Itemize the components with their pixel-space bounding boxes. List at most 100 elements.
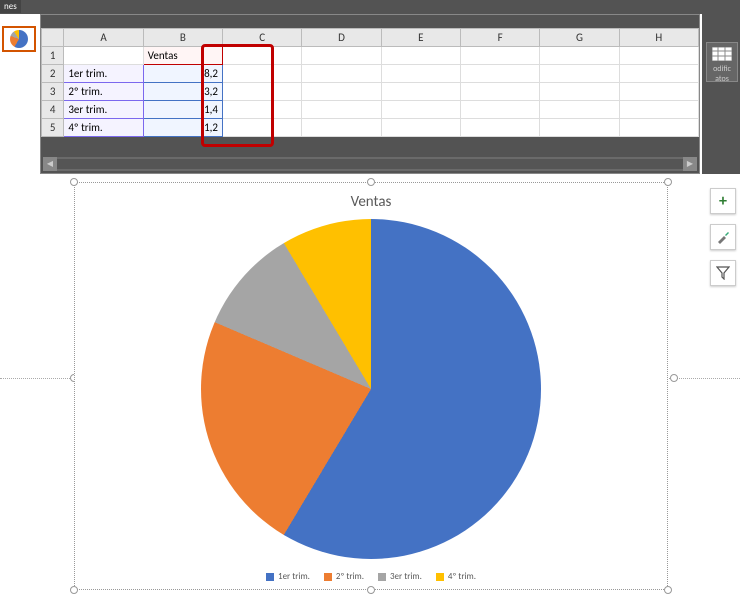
resize-handle[interactable]	[664, 178, 672, 186]
data-table[interactable]: A B C D E F G H 1 Ventas 2 1er trim. 8,2	[41, 28, 699, 137]
embedded-spreadsheet[interactable]: A B C D E F G H 1 Ventas 2 1er trim. 8,2	[40, 14, 700, 174]
legend-label: 2º trim.	[336, 571, 364, 582]
chart-side-tools: +	[710, 188, 736, 296]
legend-swatch-icon	[266, 573, 274, 581]
pie-slices[interactable]	[201, 219, 541, 559]
guide-handle[interactable]	[670, 374, 678, 382]
row-header[interactable]: 4	[42, 101, 64, 119]
cell[interactable]	[461, 101, 540, 119]
col-header[interactable]: E	[381, 29, 460, 47]
cell-value[interactable]: 1,4	[143, 101, 222, 119]
cell[interactable]	[540, 101, 619, 119]
col-header[interactable]: G	[540, 29, 619, 47]
funnel-icon	[716, 266, 730, 280]
chart-title[interactable]: Ventas	[75, 183, 667, 211]
cell[interactable]	[540, 83, 619, 101]
ribbon-tab[interactable]: nes	[0, 0, 21, 13]
cell-value[interactable]: 3,2	[143, 83, 222, 101]
cell[interactable]	[223, 47, 302, 65]
cell-series-header[interactable]: Ventas	[143, 47, 222, 65]
cell[interactable]	[619, 101, 698, 119]
cell[interactable]	[619, 119, 698, 137]
legend-item[interactable]: 2º trim.	[324, 571, 364, 582]
chart-elements-button[interactable]: +	[710, 188, 736, 214]
cell-category[interactable]: 4º trim.	[64, 119, 143, 137]
cell-category[interactable]: 3er trim.	[64, 101, 143, 119]
scroll-track[interactable]	[57, 159, 683, 169]
legend-item[interactable]: 1er trim.	[266, 571, 310, 582]
cell-value[interactable]: 1,2	[143, 119, 222, 137]
cell[interactable]	[302, 119, 381, 137]
chart-legend[interactable]: 1er trim. 2º trim. 3er trim. 4º trim.	[75, 571, 667, 582]
pie-thumb-icon	[10, 30, 28, 48]
resize-handle[interactable]	[367, 178, 375, 186]
cell[interactable]	[381, 83, 460, 101]
legend-label: 4º trim.	[448, 571, 476, 582]
row-header[interactable]: 3	[42, 83, 64, 101]
modify-data-button[interactable]: odific atos	[706, 42, 738, 82]
cell-category[interactable]: 1er trim.	[64, 65, 143, 83]
cell-value[interactable]: 8,2	[143, 65, 222, 83]
cell[interactable]	[381, 101, 460, 119]
row-header[interactable]: 2	[42, 65, 64, 83]
cell[interactable]	[302, 47, 381, 65]
cell[interactable]	[302, 83, 381, 101]
modify-label-2: atos	[707, 74, 737, 84]
cell[interactable]	[619, 65, 698, 83]
plus-icon: +	[719, 192, 727, 211]
table-icon	[712, 47, 732, 61]
row-header[interactable]: 1	[42, 47, 64, 65]
cell[interactable]	[540, 47, 619, 65]
resize-handle[interactable]	[70, 586, 78, 594]
chart-styles-button[interactable]	[710, 224, 736, 250]
scroll-right-icon[interactable]: ▶	[683, 157, 697, 171]
cell[interactable]	[540, 119, 619, 137]
legend-label: 3er trim.	[390, 571, 422, 582]
cell[interactable]	[381, 47, 460, 65]
cell[interactable]	[302, 65, 381, 83]
cell[interactable]	[619, 47, 698, 65]
chart-object[interactable]: Ventas 1er trim. 2º trim. 3er trim. 4º t…	[74, 182, 668, 590]
modify-label-1: odific	[707, 64, 737, 74]
legend-item[interactable]: 3er trim.	[378, 571, 422, 582]
select-all-corner[interactable]	[42, 29, 64, 47]
resize-handle[interactable]	[367, 586, 375, 594]
cell[interactable]	[540, 65, 619, 83]
chart-filters-button[interactable]	[710, 260, 736, 286]
cell[interactable]	[223, 65, 302, 83]
cell[interactable]	[619, 83, 698, 101]
pie-chart[interactable]	[201, 219, 541, 559]
col-header[interactable]: A	[64, 29, 143, 47]
legend-item[interactable]: 4º trim.	[436, 571, 476, 582]
legend-swatch-icon	[324, 573, 332, 581]
cell[interactable]	[461, 119, 540, 137]
cell[interactable]	[302, 101, 381, 119]
cell[interactable]	[223, 101, 302, 119]
cell[interactable]	[381, 65, 460, 83]
legend-swatch-icon	[378, 573, 386, 581]
data-grid[interactable]: A B C D E F G H 1 Ventas 2 1er trim. 8,2	[41, 28, 699, 137]
col-header[interactable]: B	[143, 29, 222, 47]
cell[interactable]	[223, 119, 302, 137]
col-header[interactable]: C	[223, 29, 302, 47]
resize-handle[interactable]	[664, 586, 672, 594]
cell-category[interactable]: 2º trim.	[64, 83, 143, 101]
col-header[interactable]: D	[302, 29, 381, 47]
col-header[interactable]: F	[461, 29, 540, 47]
legend-label: 1er trim.	[278, 571, 310, 582]
legend-swatch-icon	[436, 573, 444, 581]
cell[interactable]	[461, 65, 540, 83]
resize-handle[interactable]	[70, 178, 78, 186]
horizontal-scrollbar[interactable]: ◀ ▶	[43, 157, 697, 171]
cell[interactable]	[381, 119, 460, 137]
cell[interactable]	[461, 47, 540, 65]
row-header[interactable]: 5	[42, 119, 64, 137]
scroll-left-icon[interactable]: ◀	[43, 157, 57, 171]
cell[interactable]	[461, 83, 540, 101]
slide-thumbnail[interactable]	[2, 26, 36, 52]
brush-icon	[716, 230, 730, 244]
cell[interactable]	[223, 83, 302, 101]
ribbon-bar	[0, 0, 740, 14]
cell[interactable]	[64, 47, 143, 65]
col-header[interactable]: H	[619, 29, 698, 47]
